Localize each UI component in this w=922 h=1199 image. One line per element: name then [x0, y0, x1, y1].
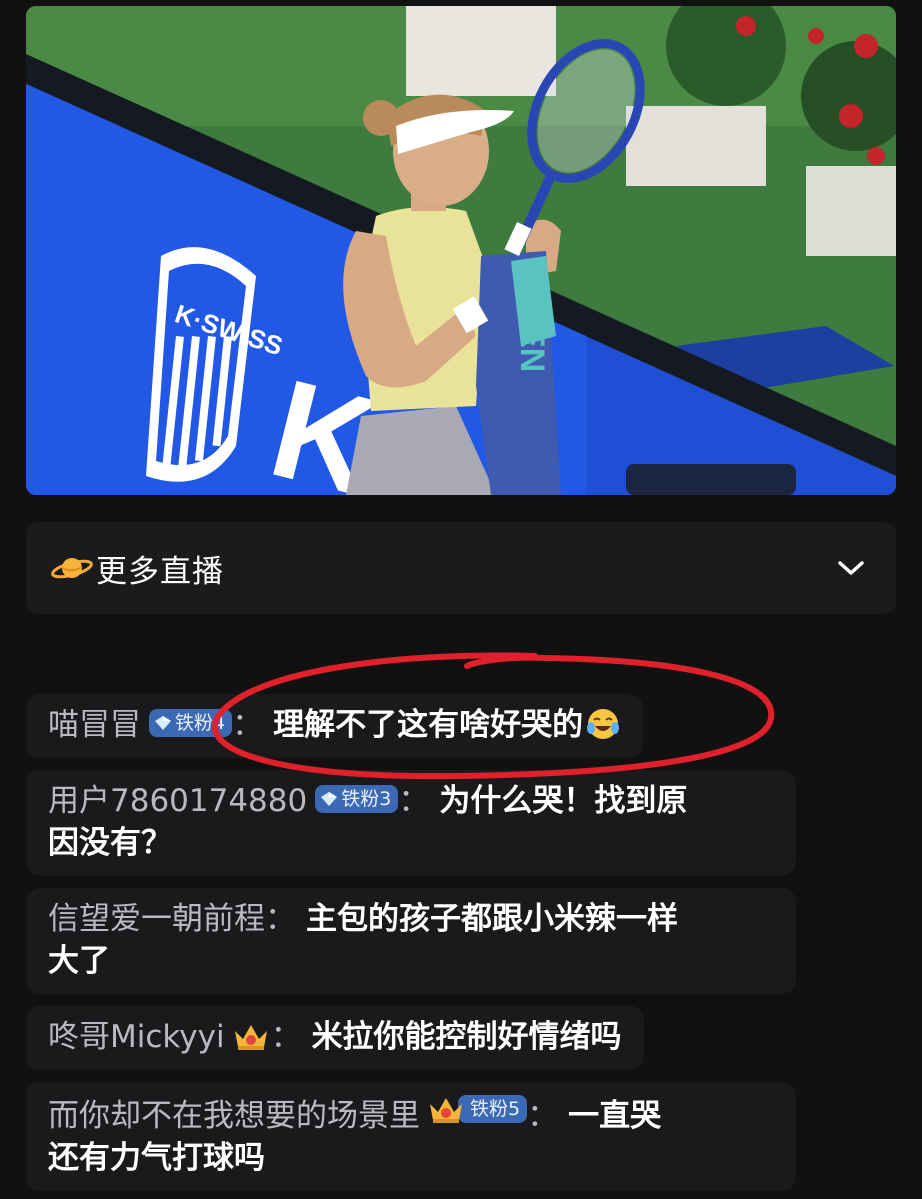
video-frame: K·SWISS K OPEN: [26, 6, 896, 495]
diamond-icon: [155, 716, 171, 730]
fan-badge-label: 铁粉5: [470, 1098, 521, 1120]
chat-text: 为什么哭！找到原: [439, 783, 688, 819]
chat-row: 咚哥Mickyyi ：米拉你能控制好情绪吗: [26, 1006, 826, 1082]
chat-message[interactable]: 用户7860174880 铁粉3 ：为什么哭！找到原因没有？: [26, 770, 796, 876]
chat-colon: ：: [398, 783, 430, 819]
chat-text: 主包的孩子都跟小米辣一样: [306, 901, 678, 937]
chat-colon: ：: [270, 1019, 302, 1055]
crown-icon: [234, 1025, 267, 1050]
chat-row: 信望爱一朝前程： 主包的孩子都跟小米辣一样大了: [26, 888, 826, 1006]
live-video-player[interactable]: K·SWISS K OPEN: [26, 6, 896, 495]
fan-badge: 铁粉5: [458, 1095, 528, 1123]
chat-colon: ：: [232, 707, 264, 743]
fan-badge: 铁粉3: [315, 785, 399, 813]
chat-message[interactable]: 信望爱一朝前程： 主包的孩子都跟小米辣一样大了: [26, 888, 796, 994]
fan-badge-label: 铁粉4: [175, 712, 226, 734]
chat-text: 理解不了这有啥好哭的: [273, 707, 584, 743]
chat-username[interactable]: 用户7860174880: [48, 783, 307, 819]
crown-icon: [430, 1098, 462, 1123]
chat-text-continued: 大了: [48, 943, 110, 979]
more-live-bar[interactable]: 更多直播: [26, 522, 896, 614]
chat-message[interactable]: 喵冒冒 铁粉4 ：理解不了这有啥好哭的: [26, 694, 644, 758]
chat-row: 用户7860174880 铁粉3 ：为什么哭！找到原因没有？: [26, 770, 826, 888]
chat-colon: ：: [265, 901, 296, 937]
svg-text:OPEN: OPEN: [513, 276, 551, 372]
chat-message[interactable]: 而你却不在我想要的场景里 铁粉5 ：一直哭还有力气打球吗: [26, 1082, 796, 1191]
chat-text: 一直哭: [568, 1098, 662, 1134]
planet-icon: [51, 558, 93, 579]
more-live-label: 更多直播: [96, 553, 224, 590]
crying-laughing-emoji: [587, 709, 620, 739]
chat-message[interactable]: 咚哥Mickyyi ：米拉你能控制好情绪吗: [26, 1006, 644, 1070]
chat-username[interactable]: 信望爱一朝前程: [48, 901, 265, 937]
chevron-down-icon[interactable]: [836, 558, 866, 578]
chat-text-continued: 因没有？: [48, 825, 172, 861]
chat-list: 喵冒冒 铁粉4：理解不了这有啥好哭的 用户7860174880 铁粉3：为什么哭！找…: [26, 694, 826, 1199]
chat-text: 米拉你能控制好情绪吗: [311, 1019, 622, 1055]
diamond-icon: [321, 792, 338, 806]
chat-colon: ：: [527, 1098, 559, 1134]
chat-username[interactable]: 而你却不在我想要的场景里: [48, 1098, 420, 1134]
chat-username[interactable]: 喵冒冒: [48, 707, 141, 743]
chat-text-continued: 还有力气打球吗: [48, 1140, 265, 1176]
chat-row: 喵冒冒 铁粉4 ：理解不了这有啥好哭的: [26, 694, 826, 770]
chat-row: 而你却不在我想要的场景里 铁粉5 ：一直哭还有力气打球吗: [26, 1082, 826, 1199]
fan-badge: 铁粉4: [149, 709, 233, 737]
crown-fan-badge: 铁粉5: [426, 1092, 528, 1126]
live-stream-page: K·SWISS K OPEN 更多直播 喵冒冒 铁粉4 ： 理解不了这有啥好哭的…: [0, 0, 922, 1199]
chat-username[interactable]: 咚哥Mickyyi: [48, 1019, 225, 1055]
fan-badge-label: 铁粉3: [341, 788, 392, 810]
